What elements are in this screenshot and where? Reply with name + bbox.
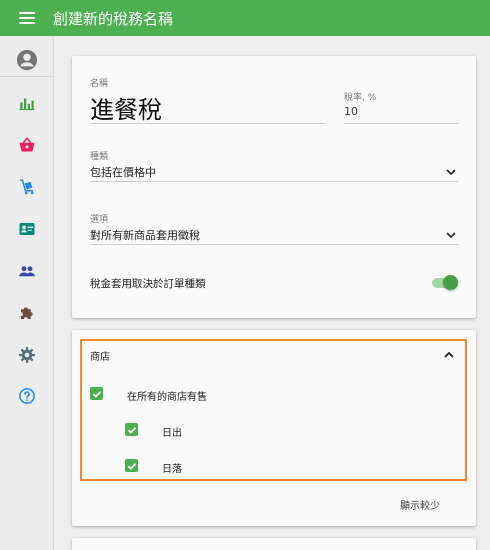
menu-icon[interactable] [19, 12, 35, 24]
account-icon[interactable] [15, 48, 39, 72]
check-icon [127, 462, 136, 470]
help-icon[interactable] [15, 384, 39, 408]
show-less-button[interactable]: 顯示較少 [400, 497, 440, 512]
options-select[interactable]: 對所有新商品套用徵稅 [90, 227, 200, 243]
name-underline [90, 123, 326, 124]
stores-highlight-box [80, 339, 467, 481]
type-select[interactable]: 包括在價格中 [90, 164, 156, 180]
options-label: 選項 [90, 215, 109, 225]
chevron-down-icon[interactable] [446, 232, 456, 239]
order-type-toggle[interactable] [432, 275, 458, 291]
store-checkbox-sunset[interactable] [125, 459, 138, 472]
chevron-up-icon[interactable] [444, 351, 454, 358]
tax-details-card: 名稱 進餐稅 稅率, % 10 種類 包括在價格中 選項 對所有新商品套用徵稅 … [72, 56, 476, 318]
store-label-sunset: 日落 [162, 464, 182, 475]
order-type-toggle-label: 稅金套用取決於訂單種類 [90, 278, 206, 290]
check-icon [127, 426, 136, 434]
rate-input[interactable]: 10 [344, 105, 358, 118]
rate-label: 稅率, % [344, 93, 377, 103]
bar-chart-icon[interactable] [15, 91, 39, 115]
rate-underline [344, 123, 458, 124]
rail-divider [0, 76, 54, 77]
customer-card-icon[interactable] [15, 217, 39, 241]
chevron-down-icon[interactable] [446, 169, 456, 176]
app-bar: 創建新的稅務名稱 [0, 0, 490, 36]
name-label: 名稱 [90, 79, 109, 89]
inventory-cart-icon[interactable] [15, 175, 39, 199]
basket-icon[interactable] [15, 133, 39, 157]
page-title: 創建新的稅務名稱 [53, 9, 174, 28]
integrations-puzzle-icon[interactable] [15, 301, 39, 325]
store-checkbox-sunrise[interactable] [125, 423, 138, 436]
next-card [72, 538, 476, 550]
all-stores-checkbox[interactable] [90, 387, 103, 400]
name-input[interactable]: 進餐稅 [90, 90, 162, 125]
type-underline [90, 181, 458, 182]
all-stores-label: 在所有的商店有售 [127, 392, 207, 403]
options-underline [90, 244, 458, 245]
employees-icon[interactable] [15, 259, 39, 283]
toggle-thumb [443, 275, 458, 290]
settings-gear-icon[interactable] [15, 343, 39, 367]
stores-header: 商店 [90, 352, 110, 363]
nav-rail [0, 36, 54, 550]
store-label-sunrise: 日出 [162, 428, 182, 439]
check-icon [92, 390, 101, 398]
type-label: 種類 [90, 152, 109, 162]
